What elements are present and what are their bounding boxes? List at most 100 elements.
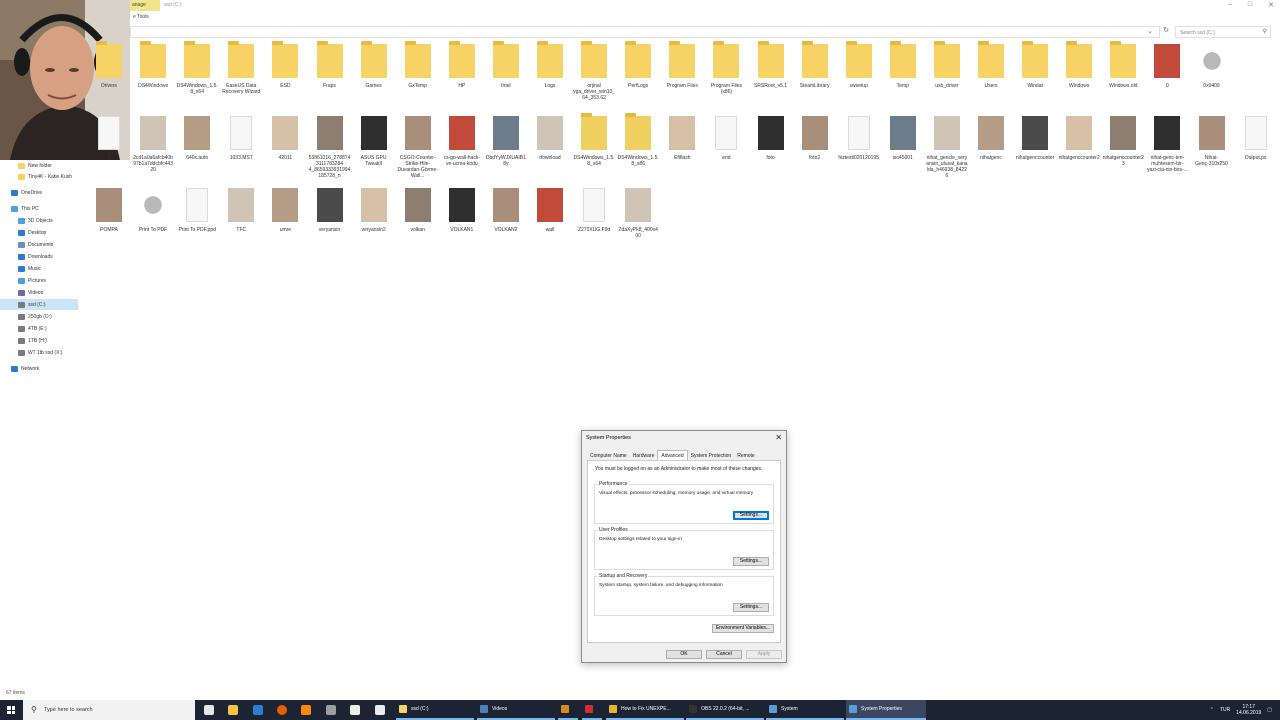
nav-item[interactable]: Music (0, 263, 78, 274)
refresh-icon[interactable]: ↻ (1160, 26, 1172, 38)
file-item[interactable]: 0 (1146, 44, 1188, 89)
file-item[interactable]: foto2 (794, 116, 836, 161)
pinned-app-icon[interactable] (326, 705, 336, 715)
file-item[interactable]: iso45001 (882, 116, 924, 161)
file-item[interactable]: foto (750, 116, 792, 161)
camera-icon[interactable] (375, 705, 385, 715)
apply-button[interactable]: Apply (746, 650, 782, 659)
file-item[interactable]: PerfLogs (617, 41, 659, 89)
nav-item[interactable]: 3D Objects (0, 215, 78, 226)
nav-item[interactable]: Desktop (0, 227, 78, 238)
address-bar[interactable]: ⌄ (130, 26, 1160, 38)
file-item[interactable]: 53861016_2788743111783284 4_865933393199… (309, 116, 351, 179)
file-item[interactable]: 1033.MST (220, 116, 262, 161)
file-item[interactable]: download (529, 116, 571, 161)
environment-variables-button[interactable]: Environment Variables... (712, 624, 774, 633)
tray-chevron-icon[interactable]: ⌃ (1210, 707, 1214, 713)
file-item[interactable]: nihatgenc (970, 116, 1012, 161)
file-item[interactable]: DS4Windows_1.5.8_x86 (617, 113, 659, 167)
file-item[interactable]: ESD (264, 41, 306, 89)
file-item[interactable]: DbdYyWJXUAIB18y (485, 116, 527, 167)
vlc-icon[interactable] (301, 705, 311, 715)
close-icon[interactable]: ✕ (775, 433, 782, 442)
tab-advanced[interactable]: Advanced (657, 450, 688, 460)
file-item[interactable]: DS4Windows (132, 41, 174, 89)
file-item[interactable]: Print To PDF (132, 188, 174, 233)
notifications-icon[interactable]: ▢ (1267, 707, 1272, 713)
file-item[interactable]: Users (970, 41, 1012, 89)
file-item[interactable]: ZdaXyPk8_400x400 (617, 188, 659, 239)
file-item[interactable]: veryansin2 (353, 188, 395, 233)
taskbar-app[interactable]: OBS 22.0.2 (64-bit, ... (686, 700, 764, 720)
file-item[interactable]: Intel (485, 41, 527, 89)
file-item[interactable]: veryansin (309, 188, 351, 233)
file-item[interactable]: cs-go-wall-hack-ve-ucma-kodu (441, 116, 483, 167)
file-item[interactable]: VOLKAN2 (485, 188, 527, 233)
task-view-icon[interactable] (204, 705, 214, 715)
taskbar-app[interactable] (582, 700, 602, 720)
file-item[interactable]: Output.ps (1235, 116, 1277, 161)
cancel-button[interactable]: Cancel (706, 650, 742, 659)
file-item[interactable]: 3 (88, 116, 130, 161)
search-input[interactable]: Search ssd (C:) ⚲ (1175, 26, 1271, 38)
tab-remote[interactable]: Remote (734, 451, 758, 460)
nav-item[interactable]: W7 1tb ssd (X:) (0, 347, 78, 358)
file-item[interactable]: umre (264, 188, 306, 233)
tab-system-protection[interactable]: System Protection (688, 451, 735, 460)
file-item[interactable]: nihat-genc-ten-muhtesem-bir-yazi-cia-nin… (1146, 116, 1188, 173)
file-item[interactable]: 0x0409 (1191, 44, 1233, 89)
nav-item[interactable]: This PC (0, 203, 78, 214)
nav-item[interactable]: ssd (C:) (0, 299, 78, 310)
file-item[interactable]: wall (529, 188, 571, 233)
chevron-down-icon[interactable]: ⌄ (1147, 27, 1153, 35)
file-item[interactable]: Games (353, 41, 395, 89)
file-item[interactable]: Nihat-Genç-310x250 (1191, 116, 1233, 167)
startup-recovery-settings-button[interactable]: Settings... (733, 603, 769, 612)
edge-icon[interactable] (253, 705, 263, 715)
file-item[interactable]: nihatgenccounter23 (1102, 116, 1144, 167)
minimize-icon[interactable]: – (1228, 1, 1232, 9)
tab-hardware[interactable]: Hardware (630, 451, 658, 460)
file-item[interactable]: end (705, 116, 747, 161)
file-item[interactable]: volkan (397, 188, 439, 233)
nav-item[interactable]: 250gb (D:) (0, 311, 78, 322)
nav-item[interactable]: 1TB (H:) (0, 335, 78, 346)
file-item[interactable]: Temp (882, 41, 924, 89)
drive-tools-tab[interactable]: e Tools (133, 14, 149, 20)
file-item[interactable]: SteamLibrary (794, 41, 836, 89)
file-item[interactable]: TFC (220, 188, 262, 233)
file-item[interactable]: Efiflash (661, 116, 703, 161)
taskbar-search[interactable]: ⚲ Type here to search (23, 700, 195, 720)
firefox-icon[interactable] (277, 705, 287, 715)
nav-item[interactable]: Videos (0, 287, 78, 298)
clock[interactable]: 17:17 14.06.2019 (1236, 704, 1261, 716)
file-item[interactable]: SRSRoot_v5.1 (750, 41, 792, 89)
file-item[interactable]: hiztesti020120195 (838, 116, 880, 161)
close-icon[interactable]: ✕ (1268, 1, 1274, 9)
file-item[interactable]: nihatgenccounter (1014, 116, 1056, 161)
taskbar-app[interactable] (558, 700, 578, 720)
file-item[interactable]: EaseUS Data Recovery Wizard (220, 41, 262, 95)
tab-computer-name[interactable]: Computer Name (587, 451, 630, 460)
file-item[interactable]: DS4Windows_1.5.8_x64 (573, 113, 615, 167)
nav-item[interactable]: Tiny4K - Katie Kush (0, 171, 78, 182)
taskbar-app[interactable]: Videos (477, 700, 555, 720)
file-item[interactable]: Program Files (x86) (705, 41, 747, 95)
taskbar-app[interactable]: ssd (C:) (396, 700, 474, 720)
file-item[interactable]: nihat_gencle_veryansin_ulusal_kanalda_h4… (926, 116, 968, 179)
file-item[interactable]: swsetup (838, 41, 880, 89)
file-item[interactable]: VOLKAN1 (441, 188, 483, 233)
file-item[interactable]: nihatgenccounter2 (1058, 116, 1100, 161)
file-item[interactable]: Z270XUG.F9d (573, 188, 615, 233)
nav-item[interactable]: Downloads (0, 251, 78, 262)
taskbar-app[interactable]: System (766, 700, 844, 720)
mail-icon[interactable] (350, 705, 360, 715)
nav-item[interactable]: 4TB (E:) (0, 323, 78, 334)
manage-tab[interactable]: anage (130, 0, 160, 11)
nav-item[interactable]: New folder (0, 160, 78, 171)
file-item[interactable]: 640x.auto (176, 116, 218, 161)
nav-item[interactable]: OneDrive (0, 187, 78, 198)
ok-button[interactable]: OK (666, 650, 702, 659)
file-item[interactable]: usb_driver (926, 41, 968, 89)
nav-item[interactable]: Network (0, 363, 78, 374)
